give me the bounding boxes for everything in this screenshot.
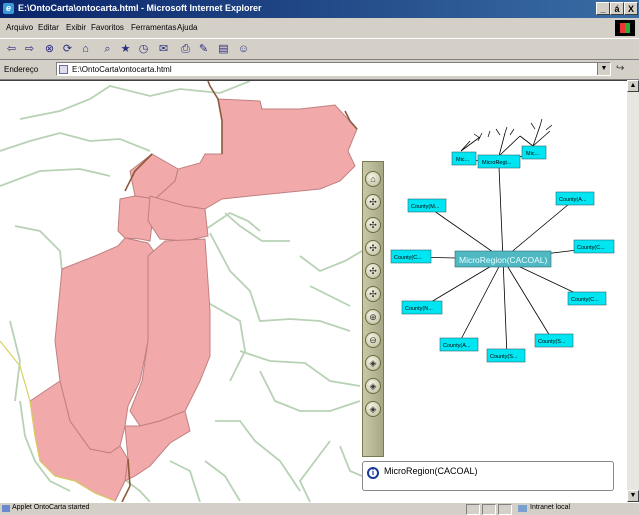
favorites-icon[interactable]: ★ <box>118 42 133 57</box>
window-title: E:\OntoCarta\ontocarta.html - Microsoft … <box>18 3 262 13</box>
print-icon[interactable]: ⎙ <box>178 42 193 57</box>
refresh-icon[interactable]: ⟳ <box>60 42 75 57</box>
graph-node-label: County(C... <box>394 255 422 261</box>
tool-panel: ⌂ ✣ ✣ ✣ ✣ ✣ ⊕ ⊖ ◈ ◈ ◈ <box>362 161 384 457</box>
globe-icon[interactable]: ◈ <box>365 355 381 371</box>
graph-node-label: County(S... <box>490 354 518 360</box>
windows-logo-icon <box>615 20 635 36</box>
pan-south-icon[interactable]: ✣ <box>365 263 381 279</box>
home-view-icon[interactable]: ⌂ <box>365 171 381 187</box>
menu-item-ferramentas[interactable]: Ferramentas <box>131 23 176 32</box>
graph-node-label: Mic... <box>526 151 540 157</box>
history-icon[interactable]: ◷ <box>136 42 151 57</box>
graph-node-label: County(S... <box>538 339 566 345</box>
graph-node-label: County(A... <box>559 197 587 203</box>
address-dropdown-icon[interactable]: ▼ <box>597 63 610 75</box>
info-bar: i MicroRegion(CACOAL) <box>362 461 614 491</box>
minimize-button[interactable]: _ <box>596 2 610 15</box>
forward-icon[interactable]: ⇨ <box>22 42 37 57</box>
info-text: MicroRegion(CACOAL) <box>384 466 478 476</box>
status-panel <box>482 504 496 515</box>
go-icon[interactable]: ↪ <box>616 63 624 74</box>
graph-node-label: County(C... <box>571 297 599 303</box>
graph-node-label: County(N... <box>405 306 433 312</box>
status-panel <box>498 504 512 515</box>
menu-item-ajuda[interactable]: Ajuda <box>177 23 197 32</box>
applet-area: Mic... MicroRegi... Mic... County(M... C… <box>0 80 627 502</box>
zone-icon <box>518 505 527 512</box>
page-icon <box>59 65 68 74</box>
menu-item-favoritos[interactable]: Favoritos <box>91 23 124 32</box>
home-icon[interactable]: ⌂ <box>78 42 93 57</box>
graph-node-label: MicroRegi... <box>482 160 512 166</box>
status-text: Applet OntoCarta started <box>12 504 90 511</box>
zoom-in-icon[interactable]: ⊕ <box>365 309 381 325</box>
address-input[interactable]: E:\OntoCarta\ontocarta.html ▼ <box>56 62 611 76</box>
menu-item-editar[interactable]: Editar <box>38 23 59 32</box>
graph-node-label: County(C... <box>577 245 605 251</box>
close-button[interactable]: X <box>624 2 638 15</box>
mail-icon[interactable]: ✉ <box>156 42 171 57</box>
scroll-down-icon[interactable]: ▼ <box>627 490 639 502</box>
address-url: E:\OntoCarta\ontocarta.html <box>72 65 172 74</box>
page-status-icon <box>2 505 10 512</box>
toolbar: ⇦ ⇨ ⊗ ⟳ ⌂ ⌕ ★ ◷ ✉ ⎙ ✎ ▤ ☺ <box>0 38 639 60</box>
vertical-scrollbar[interactable]: ▲ ▼ <box>627 80 639 502</box>
pan-east-icon[interactable]: ✣ <box>365 240 381 256</box>
ie-logo-icon: e <box>3 3 14 14</box>
maximize-button[interactable]: á <box>610 2 624 15</box>
discuss-icon[interactable]: ▤ <box>216 42 231 57</box>
graph-center-label: MicroRegion(CACOAL) <box>459 255 547 265</box>
ontology-graph[interactable]: Mic... MicroRegi... Mic... County(M... C… <box>384 81 639 381</box>
graph-node-label: Mic... <box>456 157 470 163</box>
search-icon[interactable]: ⌕ <box>100 42 115 57</box>
title-bar: e E:\OntoCarta\ontocarta.html - Microsof… <box>0 0 639 18</box>
status-bar: Applet OntoCarta started Intranet local <box>0 502 639 515</box>
security-zone: Intranet local <box>530 504 571 511</box>
info-icon: i <box>367 467 379 479</box>
pan-north-icon[interactable]: ✣ <box>365 194 381 210</box>
stop-icon[interactable]: ⊗ <box>42 42 57 57</box>
zoom-out-icon[interactable]: ⊖ <box>365 332 381 348</box>
address-label: Endereço <box>4 65 39 74</box>
network-icon[interactable]: ◈ <box>365 378 381 394</box>
pan-center-icon[interactable]: ✣ <box>365 286 381 302</box>
address-bar: Endereço E:\OntoCarta\ontocarta.html ▼ ↪ <box>0 60 639 80</box>
scroll-up-icon[interactable]: ▲ <box>627 80 639 92</box>
menu-item-arquivo[interactable]: Arquivo <box>6 23 33 32</box>
back-icon[interactable]: ⇦ <box>4 42 19 57</box>
graph-node-label: County(A... <box>443 343 471 349</box>
menu-item-exibir[interactable]: Exibir <box>66 23 86 32</box>
map-canvas[interactable] <box>0 81 362 502</box>
pan-west-icon[interactable]: ✣ <box>365 217 381 233</box>
messenger-icon[interactable]: ☺ <box>236 42 251 57</box>
edit-icon[interactable]: ✎ <box>196 42 211 57</box>
menu-bar: Arquivo Editar Exibir Favoritos Ferramen… <box>0 18 639 38</box>
status-panel <box>466 504 480 515</box>
graph-node-label: County(M... <box>411 204 440 210</box>
hierarchy-icon[interactable]: ◈ <box>365 401 381 417</box>
